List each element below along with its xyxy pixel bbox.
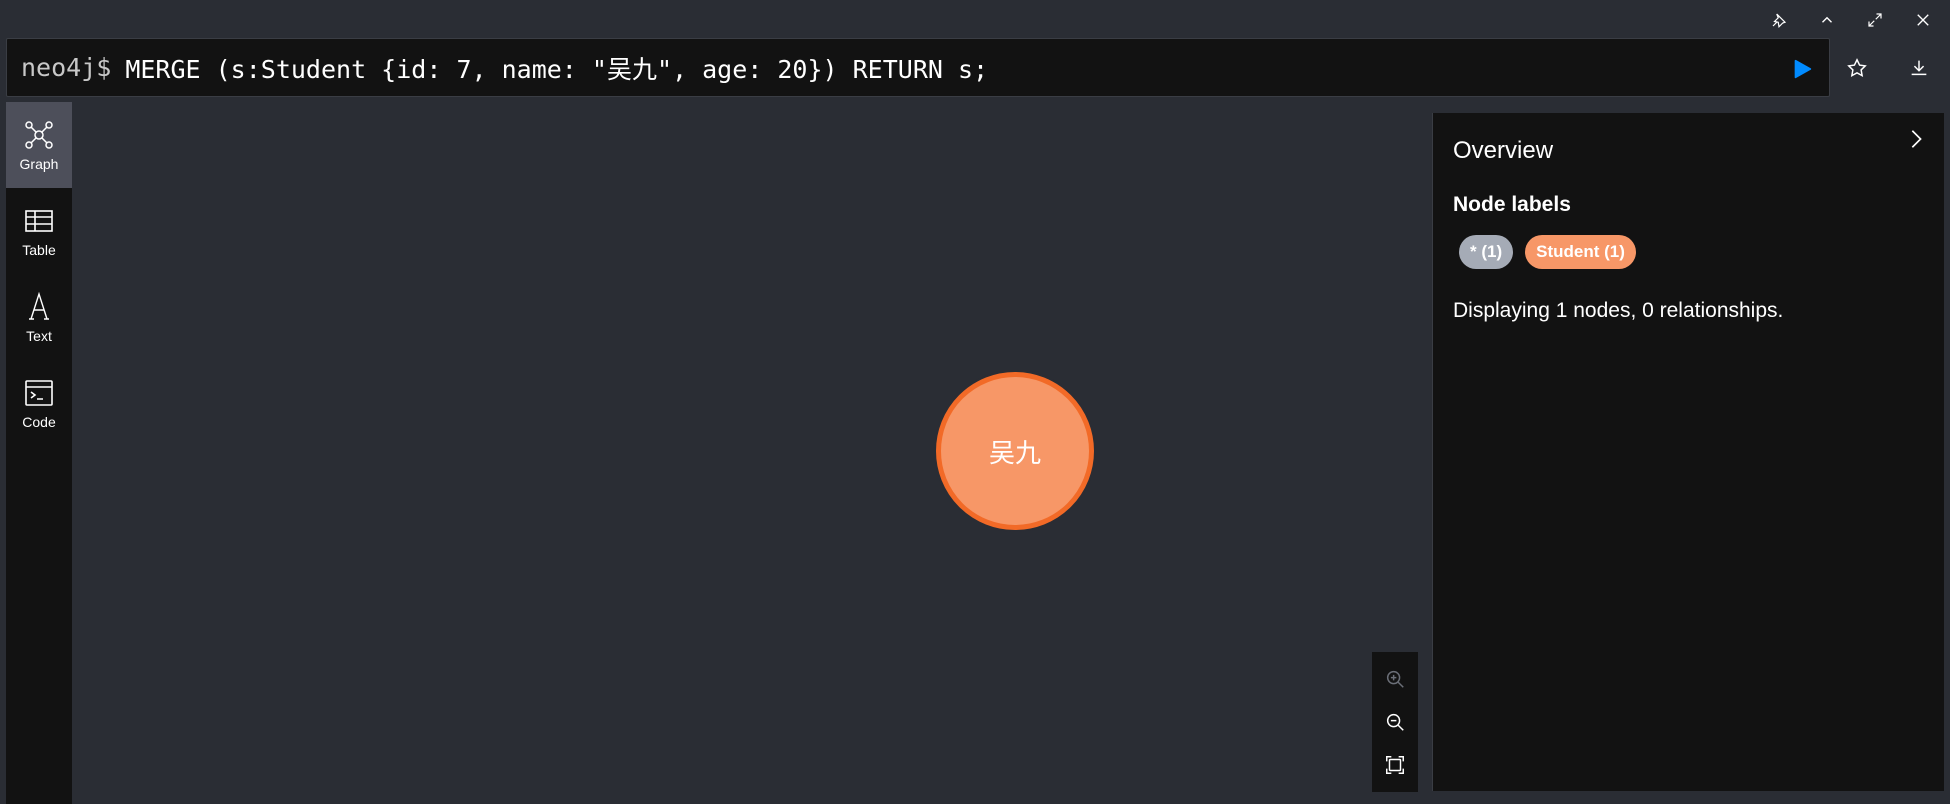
- node-caption: 吴九: [988, 438, 1041, 469]
- view-table-button[interactable]: Table: [6, 188, 72, 274]
- graph-icon: [22, 118, 56, 152]
- fit-to-screen-icon[interactable]: [1375, 745, 1415, 785]
- chip-all-labels[interactable]: * (1): [1459, 235, 1514, 269]
- text-icon: [22, 290, 56, 324]
- neo4j-result-frame: neo4j$ MERGE (s:Student {id: 7, name: "吴…: [0, 0, 1950, 804]
- fullscreen-icon[interactable]: [1858, 6, 1892, 34]
- view-text-label: Text: [26, 328, 52, 344]
- view-code-label: Code: [22, 414, 56, 430]
- overview-title: Overview: [1453, 137, 1554, 164]
- zoom-out-icon[interactable]: [1375, 702, 1415, 742]
- table-icon: [22, 204, 56, 238]
- graph-node-student[interactable]: 吴九: [936, 372, 1094, 530]
- query-input[interactable]: MERGE (s:Student {id: 7, name: "吴九", age…: [125, 50, 1745, 86]
- query-editor[interactable]: neo4j$ MERGE (s:Student {id: 7, name: "吴…: [6, 38, 1830, 97]
- collapse-up-icon[interactable]: [1810, 6, 1844, 34]
- zoom-controls: [1372, 652, 1418, 792]
- node-labels-heading: Node labels: [1453, 193, 1571, 216]
- chip-student-label[interactable]: Student (1): [1525, 235, 1636, 269]
- frame-controls: [1762, 6, 1940, 34]
- overview-panel: Overview Node labels * (1) Student (1) D…: [1432, 113, 1944, 791]
- zoom-in-icon[interactable]: [1375, 659, 1415, 699]
- run-query-button[interactable]: [1789, 56, 1815, 82]
- cypher-prompt: neo4j$: [21, 53, 112, 82]
- close-icon[interactable]: [1906, 6, 1940, 34]
- view-table-label: Table: [22, 242, 56, 258]
- code-icon: [22, 376, 56, 410]
- download-icon[interactable]: [1888, 50, 1950, 86]
- editor-actions: [1826, 50, 1950, 86]
- view-text-button[interactable]: Text: [6, 274, 72, 360]
- view-graph-label: Graph: [19, 156, 59, 172]
- node-label-chips: * (1) Student (1): [1459, 235, 1924, 269]
- view-graph-button[interactable]: Graph: [6, 102, 72, 188]
- view-code-button[interactable]: Code: [6, 360, 72, 446]
- graph-canvas[interactable]: 吴九: [72, 102, 1422, 804]
- result-summary: Displaying 1 nodes, 0 relationships.: [1453, 299, 1784, 322]
- play-icon: [1794, 59, 1812, 79]
- favorite-star-icon[interactable]: [1826, 50, 1888, 86]
- view-sidebar: Graph Table Text Code: [6, 102, 72, 804]
- chevron-right-icon[interactable]: [1902, 125, 1930, 153]
- pin-icon[interactable]: [1762, 6, 1796, 34]
